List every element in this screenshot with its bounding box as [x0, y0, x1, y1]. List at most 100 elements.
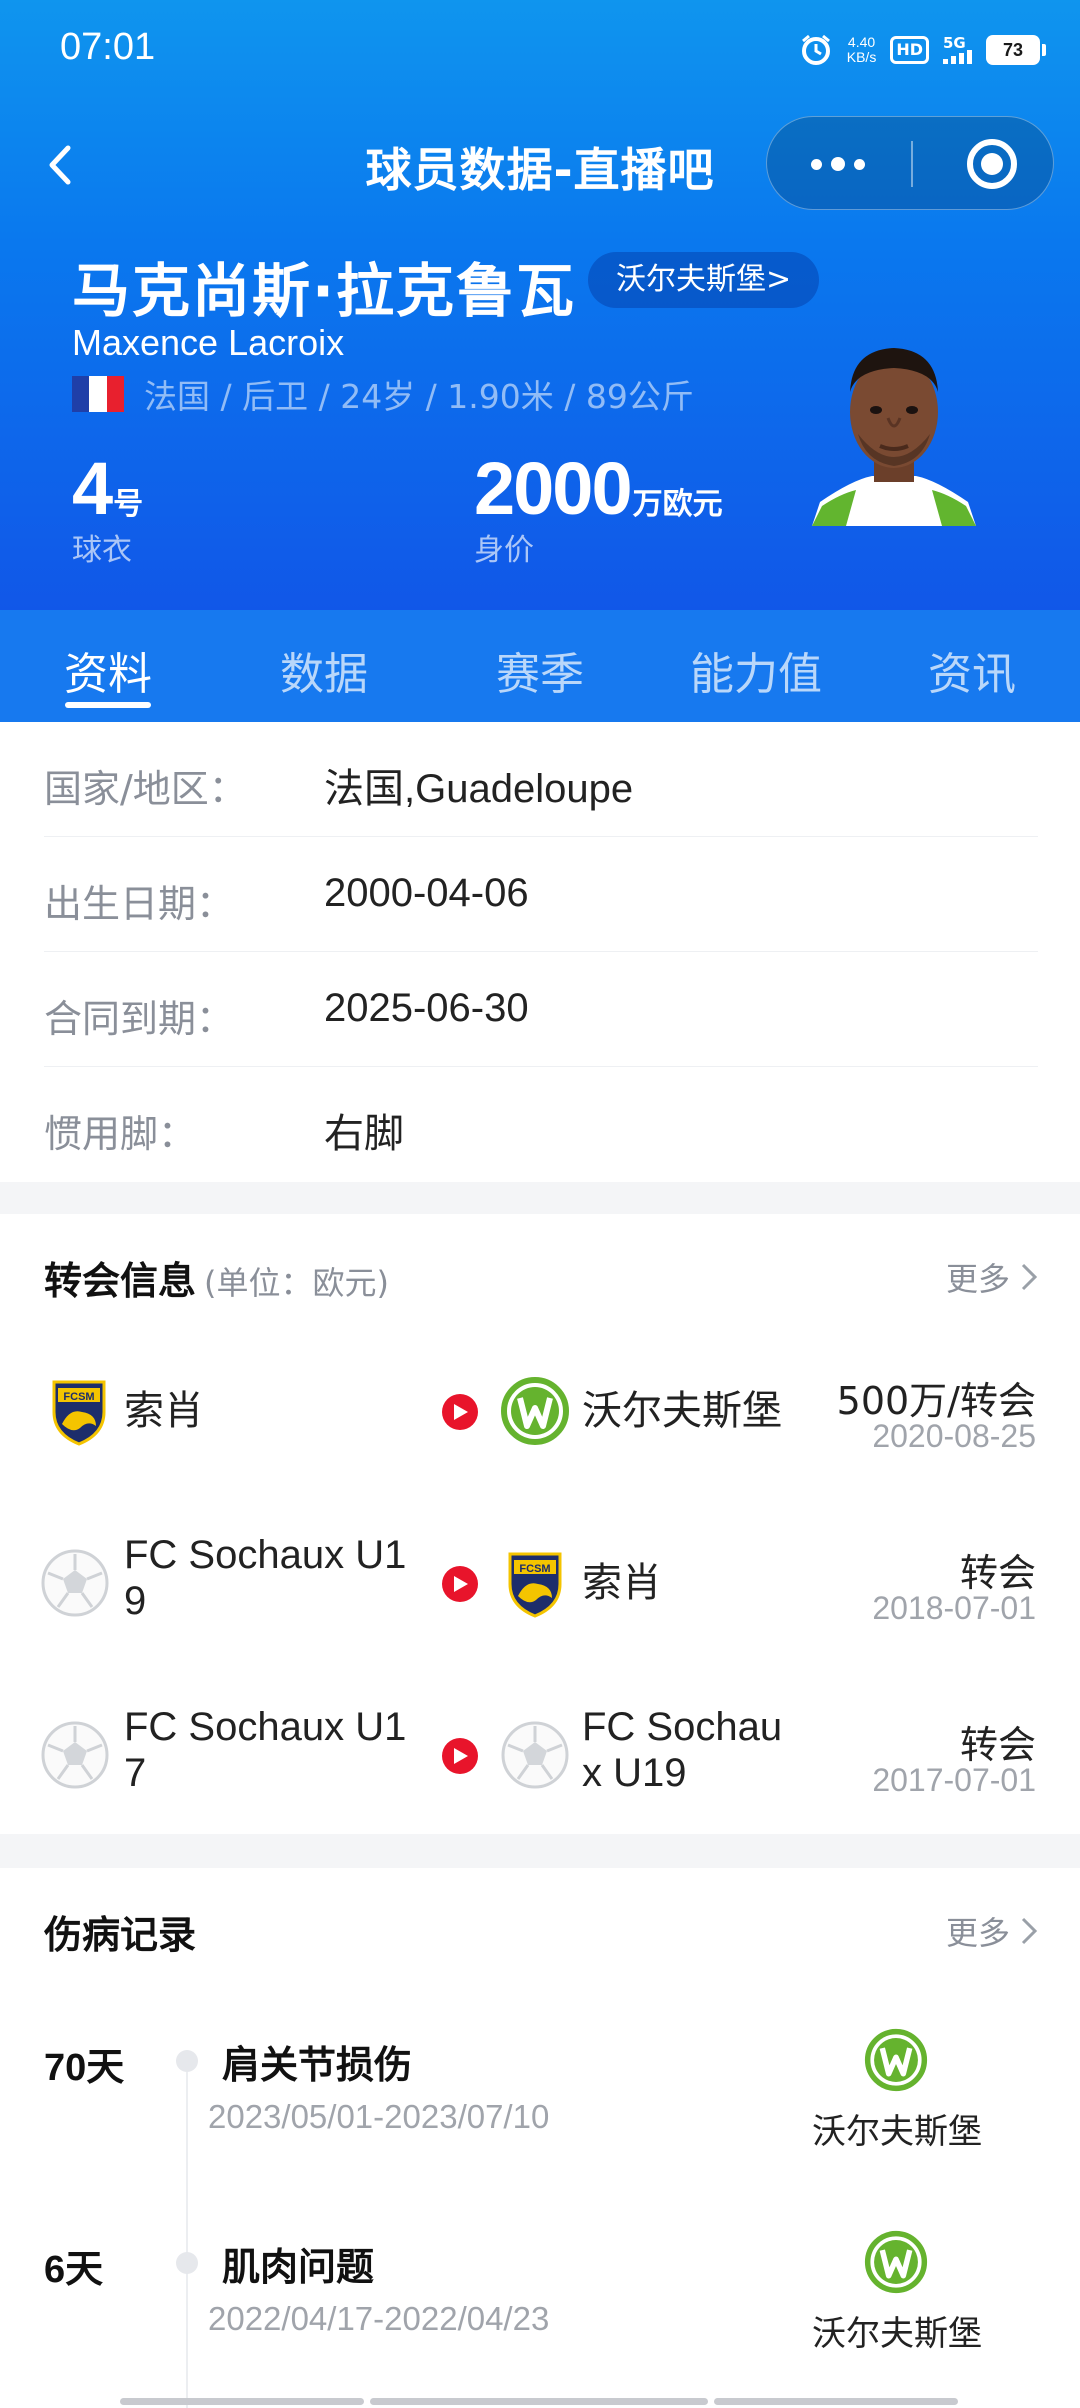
info-value: 法国,Guadeloupe — [324, 767, 634, 811]
transfer-fee: 500万/转会 — [836, 1379, 1036, 1423]
scroll-indicator — [370, 2398, 708, 2405]
transfer-to: FC Sochau x U19 — [582, 1704, 782, 1796]
tab-ability[interactable]: 能力值 — [648, 610, 864, 722]
club-name-cont: 9 — [124, 1579, 147, 1623]
svg-text:FCSM: FCSM — [63, 1391, 94, 1403]
transfer-arrow-icon — [442, 1738, 478, 1774]
shirt-label: 球衣 — [72, 533, 132, 568]
injury-type: 肩关节损伤 — [222, 2043, 413, 2087]
status-icons: 4.40 KB/s HD 5G 73 — [799, 28, 1046, 72]
more-dots-icon — [811, 158, 822, 170]
club-name: 索肖 — [582, 1561, 662, 1605]
hd-icon: HD — [890, 36, 929, 64]
info-value: 2000-04-06 — [324, 871, 529, 915]
info-row-contract: 合同到期： 2025-06-30 — [44, 952, 1038, 1067]
transfer-date: 2018-07-01 — [872, 1590, 1036, 1626]
transfer-from: 索肖 — [124, 1388, 204, 1434]
timeline-dot — [176, 2050, 198, 2072]
transfer-row[interactable]: FCSM 索肖 沃尔夫斯堡 500万/转会 2020-08-25 — [0, 1336, 1080, 1508]
club-name: FC Sochaux U1 — [124, 1705, 407, 1749]
club-name: FC Sochaux U1 — [124, 1533, 407, 1577]
signal-icon: 5G — [943, 36, 972, 64]
transfer-arrow-icon — [442, 1566, 478, 1602]
wolfsburg-badge-icon — [864, 2230, 928, 2294]
club-name-cont: x U19 — [582, 1751, 687, 1795]
scroll-indicator — [120, 2398, 364, 2405]
injury-club: 沃尔夫斯堡 — [812, 2112, 982, 2152]
transfer-more-link[interactable]: 更多 — [946, 1254, 1040, 1300]
injury-section: 伤病记录 更多 70天 肩关节损伤 2023/05/01-2023/07/10 … — [0, 1868, 1080, 2408]
net-speed-value: 4.40 — [847, 34, 876, 50]
transfer-date: 2020-08-25 — [872, 1418, 1036, 1454]
player-photo — [812, 348, 976, 526]
club-name: 索肖 — [124, 1389, 204, 1433]
shirt-number: 4 — [72, 447, 113, 530]
wolfsburg-badge-icon — [864, 2028, 928, 2092]
close-button[interactable] — [967, 139, 1017, 189]
status-bar: 07:01 4.40 KB/s HD 5G 73 — [0, 0, 1080, 100]
scroll-indicator — [714, 2398, 958, 2405]
info-row-country: 国家/地区： 法国,Guadeloupe — [44, 722, 1038, 837]
info-key: 出生日期： — [44, 882, 235, 926]
days-unit: 天 — [86, 2045, 125, 2089]
timeline-dot — [176, 2252, 198, 2274]
football-icon — [41, 1549, 109, 1617]
net-speed: 4.40 KB/s — [847, 35, 877, 65]
days-value: 6 — [44, 2249, 66, 2291]
injury-range: 2022/04/17-2022/04/23 — [208, 2300, 550, 2337]
alarm-icon — [801, 34, 830, 65]
chevron-right-icon — [1021, 1263, 1038, 1291]
market-value-label: 身价 — [474, 533, 534, 568]
injury-days: 6天 — [44, 2238, 103, 2293]
transfer-title: 转会信息 (单位：欧元) — [44, 1250, 389, 1305]
injury-title: 伤病记录 — [44, 1913, 197, 1957]
player-name-cn: 马克尚斯·拉克鲁瓦 — [72, 257, 577, 325]
svg-text:FCSM: FCSM — [519, 1563, 550, 1575]
club-link[interactable]: 沃尔夫斯堡> — [588, 252, 820, 308]
days-unit: 天 — [65, 2247, 104, 2291]
info-key: 合同到期： — [44, 997, 235, 1041]
days-value: 70 — [44, 2047, 87, 2089]
nav-bar: 球员数据-直播吧 — [0, 112, 1080, 216]
football-icon — [41, 1721, 109, 1789]
transfer-section: 转会信息 (单位：欧元) 更多 FCSM 索肖 沃尔夫斯堡 500万/转会 202… — [0, 1214, 1080, 1834]
mini-program-capsule — [766, 116, 1054, 210]
market-value: 2000 — [474, 447, 633, 530]
more-label: 更多 — [945, 1260, 1010, 1298]
injury-club: 沃尔夫斯堡 — [812, 2314, 982, 2354]
info-value: 2025-06-30 — [324, 986, 529, 1030]
tab-stats[interactable]: 数据 — [216, 610, 432, 722]
info-row-birthdate: 出生日期： 2000-04-06 — [44, 837, 1038, 952]
transfer-from: FC Sochaux U1 7 — [124, 1704, 406, 1796]
profile-info: 国家/地区： 法国,Guadeloupe 出生日期： 2000-04-06 合同… — [0, 722, 1080, 1182]
club-name: FC Sochau — [582, 1705, 783, 1749]
tab-profile[interactable]: 资料 — [0, 610, 216, 722]
transfer-row[interactable]: FC Sochaux U1 9 FCSM 索肖 转会 2018-07-01 — [0, 1508, 1080, 1680]
capsule-divider — [911, 141, 913, 187]
network-type: 5G — [943, 34, 966, 52]
info-row-foot: 惯用脚： 右脚 — [44, 1067, 1038, 1182]
transfer-row[interactable]: FC Sochaux U1 7 FC Sochau x U19 转会 2017-… — [0, 1680, 1080, 1852]
info-key: 惯用脚： — [44, 1112, 197, 1156]
tab-bar: 资料 数据 赛季 能力值 资讯 — [0, 610, 1080, 722]
net-speed-unit: KB/s — [846, 49, 877, 65]
transfer-fee: 转会 — [959, 1723, 1036, 1767]
tab-news[interactable]: 资讯 — [864, 610, 1080, 722]
timeline-line — [186, 2072, 188, 2408]
club-name-cont: 7 — [124, 1751, 147, 1795]
football-icon — [501, 1721, 569, 1789]
sochaux-badge-icon: FCSM — [508, 1552, 562, 1618]
injury-days: 70天 — [44, 2036, 124, 2091]
market-value-unit: 万欧元 — [632, 487, 723, 522]
tab-season[interactable]: 赛季 — [432, 610, 648, 722]
status-time: 07:01 — [60, 26, 156, 68]
injury-more-link[interactable]: 更多 — [946, 1908, 1040, 1954]
shirt-number-stat: 4号 球衣 — [72, 446, 143, 569]
injury-type: 肌肉问题 — [222, 2245, 375, 2289]
more-label: 更多 — [945, 1914, 1010, 1952]
more-button[interactable] — [767, 117, 909, 211]
wolfsburg-badge-icon — [501, 1377, 569, 1445]
transfer-fee: 转会 — [959, 1551, 1036, 1595]
info-key: 国家/地区： — [44, 767, 247, 811]
france-flag-icon — [72, 376, 124, 412]
